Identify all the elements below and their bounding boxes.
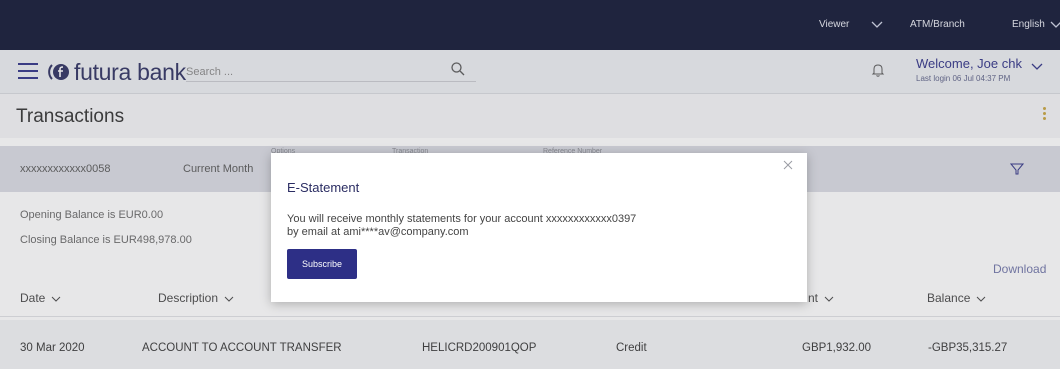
subscribe-button[interactable]: Subscribe: [287, 249, 357, 279]
close-icon[interactable]: [781, 158, 795, 172]
e-statement-modal: E-Statement You will receive monthly sta…: [271, 153, 807, 302]
modal-message-line: by email at ami****av@company.com: [287, 226, 469, 238]
modal-message-line: You will receive monthly statements for …: [287, 213, 637, 225]
modal-message: You will receive monthly statements for …: [287, 213, 636, 239]
modal-title: E-Statement: [287, 180, 360, 195]
